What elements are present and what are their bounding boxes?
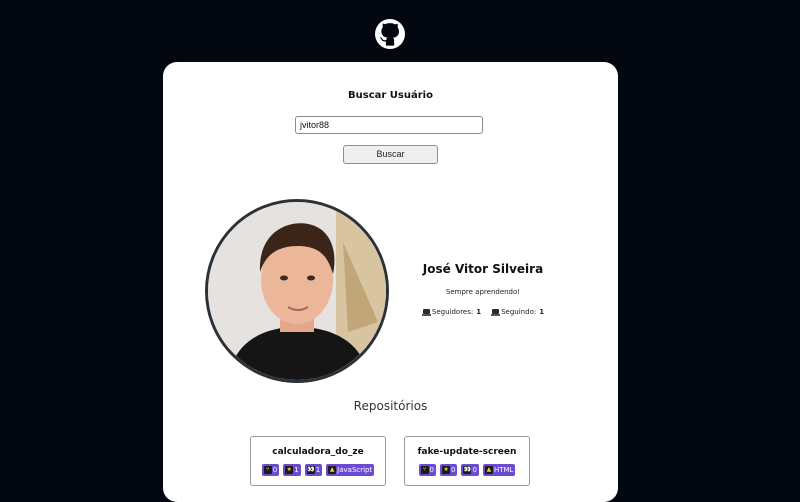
eyes-icon: 👀 <box>306 466 315 474</box>
repo-card[interactable]: calculadora_do_ze ⑂ 0 ★ 1 👀 1 ▲ JavaScript <box>250 436 386 486</box>
fork-icon: ⑂ <box>420 466 429 474</box>
repos-title: Repositórios <box>353 399 428 413</box>
language-icon: ▲ <box>328 466 337 474</box>
language-icon: ▲ <box>484 466 493 474</box>
star-icon: ★ <box>442 466 451 474</box>
followers-count: 1 <box>476 308 482 316</box>
forks-count: 0 <box>272 466 278 474</box>
search-input[interactable]: jvitor88 <box>295 116 483 134</box>
repo-badges: ⑂ 0 ★ 1 👀 1 ▲ JavaScript <box>251 464 385 476</box>
forks-count: 0 <box>429 466 435 474</box>
profile-name: José Vitor Silveira <box>422 262 544 276</box>
profile-bio: Sempre aprendendo! <box>445 288 521 296</box>
people-icon <box>491 309 501 316</box>
following-stat: Seguindo: 1 <box>491 308 544 316</box>
avatar <box>205 199 389 383</box>
watchers-count: 1 <box>315 466 321 474</box>
people-icon <box>421 309 431 316</box>
followers-stat: Seguidores: 1 <box>421 308 482 316</box>
language-badge: ▲ HTML <box>482 464 516 476</box>
profile-card: Buscar Usuário jvitor88 Buscar José Vito… <box>163 62 618 502</box>
github-logo-icon <box>375 19 405 49</box>
profile-stats: Seguidores: 1 Seguindo: 1 <box>418 308 548 316</box>
eyes-icon: 👀 <box>463 466 472 474</box>
followers-label: Seguidores: <box>431 308 474 316</box>
stars-count: 0 <box>451 466 456 474</box>
following-count: 1 <box>539 308 545 316</box>
language-badge: ▲ JavaScript <box>326 464 375 476</box>
stars-badge: ★ 1 <box>283 464 301 476</box>
watchers-count: 0 <box>472 466 477 474</box>
language-label: HTML <box>493 466 514 474</box>
watchers-badge: 👀 0 <box>461 464 479 476</box>
repo-badges: ⑂ 0 ★ 0 👀 0 ▲ HTML <box>405 464 529 476</box>
stars-badge: ★ 0 <box>440 464 458 476</box>
star-icon: ★ <box>285 466 294 474</box>
search-button[interactable]: Buscar <box>343 145 438 164</box>
watchers-badge: 👀 1 <box>304 464 323 476</box>
fork-icon: ⑂ <box>263 466 272 474</box>
repo-card[interactable]: fake-update-screen ⑂ 0 ★ 0 👀 0 ▲ HTML <box>404 436 530 486</box>
forks-badge: ⑂ 0 <box>418 464 437 476</box>
forks-badge: ⑂ 0 <box>261 464 280 476</box>
language-label: JavaScript <box>337 466 373 474</box>
repo-name[interactable]: fake-update-screen <box>405 447 529 457</box>
search-title: Buscar Usuário <box>348 90 433 101</box>
stars-count: 1 <box>294 466 299 474</box>
repo-name[interactable]: calculadora_do_ze <box>251 447 385 457</box>
following-label: Seguindo: <box>501 308 537 316</box>
